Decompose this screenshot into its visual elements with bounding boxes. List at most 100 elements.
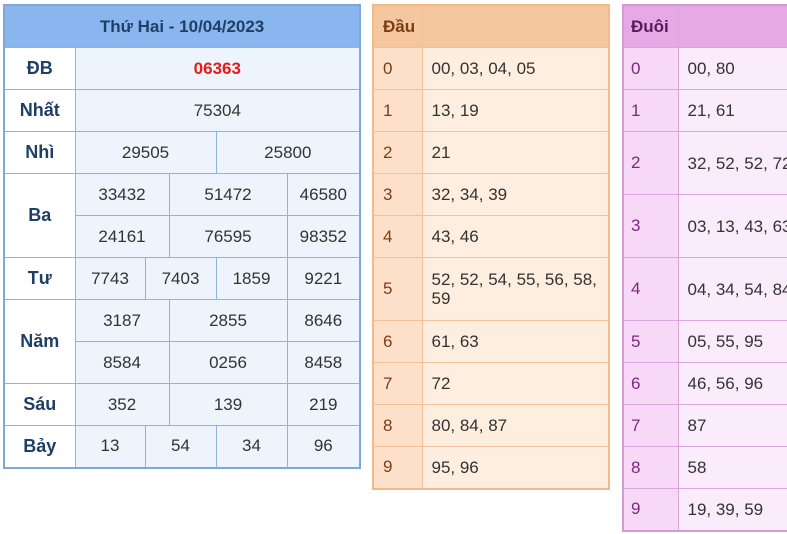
- prize-number: 98352: [286, 215, 361, 258]
- prize-number: 33432: [74, 173, 170, 216]
- digit-values: 00, 03, 04, 05: [421, 47, 610, 90]
- list-item: 6 61, 63: [372, 320, 610, 363]
- prize-number: 7743: [74, 257, 146, 300]
- list-item: 4 43, 46: [372, 215, 610, 258]
- tail-digits-table: Đuôi 0 00, 80 1 21, 61 2 32, 52, 52, 72 …: [622, 4, 787, 532]
- prize-label: Sáu: [3, 383, 76, 426]
- results-date-title: Thứ Hai - 10/04/2023: [3, 4, 361, 48]
- prize-label: Tư: [3, 257, 76, 300]
- digit-values: 03, 13, 43, 63: [677, 194, 787, 258]
- prize-number: 8584: [74, 341, 170, 384]
- list-item: 1 13, 19: [372, 89, 610, 132]
- digit-values: 21: [421, 131, 610, 174]
- digit-key: 2: [622, 131, 679, 195]
- head-digits-table: Đầu 0 00, 03, 04, 05 1 13, 19 2 21 3 32,…: [372, 4, 610, 490]
- digit-key: 6: [372, 320, 423, 363]
- digit-key: 5: [622, 320, 679, 363]
- digit-key: 8: [372, 404, 423, 447]
- digit-values: 61, 63: [421, 320, 610, 363]
- list-item: 0 00, 80: [622, 47, 787, 90]
- prize-row-db: ĐB 06363: [3, 47, 361, 90]
- digit-key: 4: [372, 215, 423, 258]
- head-digits-header-label: Đầu: [372, 4, 423, 48]
- prize-row-nhi: Nhì 29505 25800: [3, 131, 361, 174]
- prize-number: 54: [144, 425, 217, 468]
- digit-values: 13, 19: [421, 89, 610, 132]
- digit-key: 5: [372, 257, 423, 321]
- digit-values: 95, 96: [421, 446, 610, 489]
- list-item: 8 58: [622, 446, 787, 489]
- list-item: 3 32, 34, 39: [372, 173, 610, 216]
- digit-values: 46, 56, 96: [677, 362, 787, 405]
- digit-values: 52, 52, 54, 55, 56, 58, 59: [421, 257, 610, 321]
- prize-number: 24161: [74, 215, 170, 258]
- prize-number: 3187: [74, 299, 170, 342]
- tail-digits-header-label: Đuôi: [622, 4, 679, 48]
- prize-number: 7403: [144, 257, 217, 300]
- prize-row-bay: Bảy 13 54 34 96: [3, 425, 361, 468]
- digit-key: 2: [372, 131, 423, 174]
- digit-key: 4: [622, 257, 679, 321]
- prize-number: 76595: [168, 215, 288, 258]
- digit-key: 9: [372, 446, 423, 489]
- prize-row-ba: Ba 33432 51472 46580: [3, 173, 361, 258]
- digit-key: 1: [372, 89, 423, 132]
- head-digits-header-blank: [421, 4, 610, 48]
- digit-key: 0: [372, 47, 423, 90]
- list-item: 9 95, 96: [372, 446, 610, 489]
- prize-number: 46580: [286, 173, 361, 216]
- digit-key: 0: [622, 47, 679, 90]
- digit-key: 7: [372, 362, 423, 405]
- digit-key: 3: [622, 194, 679, 258]
- prize-number: 0256: [168, 341, 288, 384]
- digit-key: 9: [622, 488, 679, 531]
- list-item: 7 72: [372, 362, 610, 405]
- prize-label: Nhất: [3, 89, 76, 132]
- prize-number: 8458: [286, 341, 361, 384]
- digit-key: 7: [622, 404, 679, 447]
- prize-number: 25800: [215, 131, 361, 174]
- prize-number: 29505: [74, 131, 217, 174]
- prize-row-nam: Năm 3187 2855 8646: [3, 299, 361, 384]
- prize-number: 13: [74, 425, 146, 468]
- digit-values: 32, 34, 39: [421, 173, 610, 216]
- prize-number: 219: [286, 383, 361, 426]
- list-item: 6 46, 56, 96: [622, 362, 787, 405]
- list-item: 2 21: [372, 131, 610, 174]
- list-item: 4 04, 34, 54, 84: [622, 257, 787, 321]
- results-table: Thứ Hai - 10/04/2023 ĐB 06363 Nhất 75304…: [3, 4, 362, 469]
- prize-number: 34: [215, 425, 288, 468]
- list-item: 8 80, 84, 87: [372, 404, 610, 447]
- list-item: 9 19, 39, 59: [622, 488, 787, 531]
- digit-key: 8: [622, 446, 679, 489]
- digit-values: 05, 55, 95: [677, 320, 787, 363]
- prize-label: Năm: [3, 299, 76, 384]
- list-item: 5 05, 55, 95: [622, 320, 787, 363]
- list-item: 5 52, 52, 54, 55, 56, 58, 59: [372, 257, 610, 321]
- prize-label: ĐB: [3, 47, 76, 90]
- list-item: 7 87: [622, 404, 787, 447]
- special-prize-number: 06363: [74, 47, 361, 90]
- digit-key: 6: [622, 362, 679, 405]
- prize-row-tu: Tư 7743 7403 1859 9221: [3, 257, 361, 300]
- digit-key: 1: [622, 89, 679, 132]
- prize-number: 75304: [74, 89, 361, 132]
- digit-values: 04, 34, 54, 84: [677, 257, 787, 321]
- list-item: 1 21, 61: [622, 89, 787, 132]
- digit-key: 3: [372, 173, 423, 216]
- prize-number: 1859: [215, 257, 288, 300]
- list-item: 3 03, 13, 43, 63: [622, 194, 787, 258]
- list-item: 2 32, 52, 52, 72: [622, 131, 787, 195]
- prize-row-sau: Sáu 352 139 219: [3, 383, 361, 426]
- digit-values: 32, 52, 52, 72: [677, 131, 787, 195]
- prize-number: 352: [74, 383, 170, 426]
- digit-values: 80, 84, 87: [421, 404, 610, 447]
- digit-values: 21, 61: [677, 89, 787, 132]
- prize-number: 96: [286, 425, 361, 468]
- digit-values: 00, 80: [677, 47, 787, 90]
- tail-digits-header-blank: [677, 4, 787, 48]
- prize-label: Ba: [3, 173, 76, 258]
- prize-number: 2855: [168, 299, 288, 342]
- list-item: 0 00, 03, 04, 05: [372, 47, 610, 90]
- prize-label: Nhì: [3, 131, 76, 174]
